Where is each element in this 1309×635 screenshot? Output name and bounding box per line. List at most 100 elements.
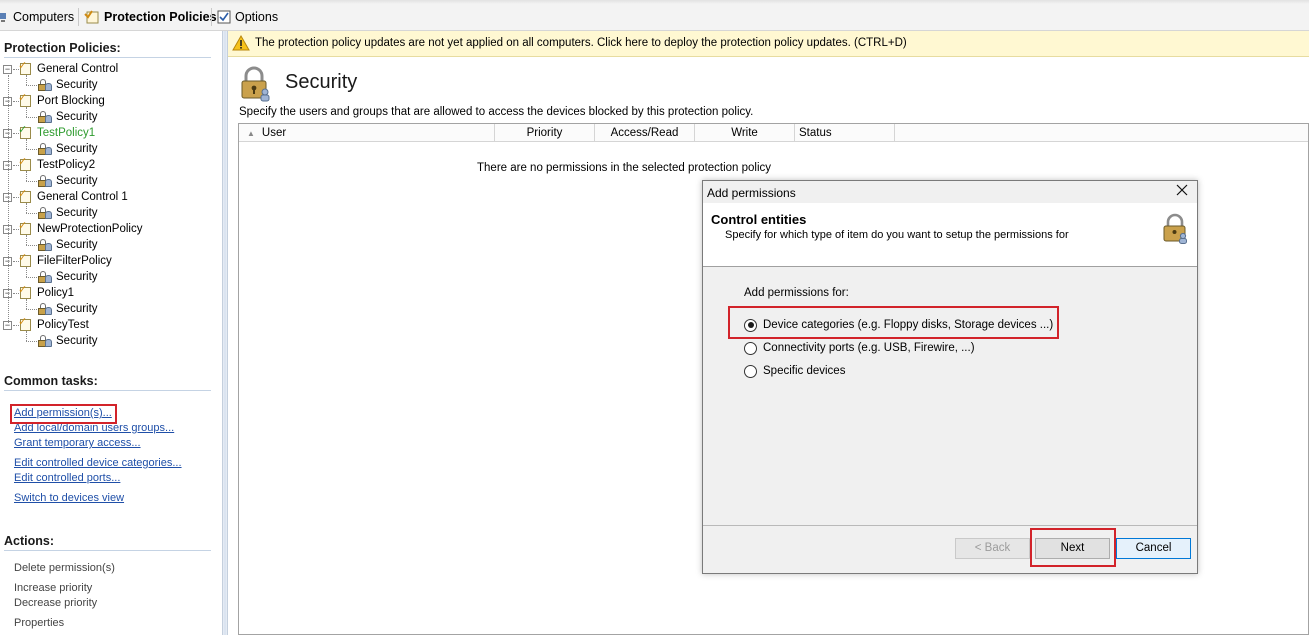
tree-connector: [26, 85, 37, 86]
security-lock-icon: [241, 66, 270, 102]
increase-priority-action[interactable]: Increase priority: [14, 582, 92, 594]
decrease-priority-action[interactable]: Decrease priority: [14, 597, 97, 609]
security-lock-icon: [37, 142, 52, 156]
tree-connector: [26, 203, 27, 213]
policy-icon: ✓: [18, 157, 34, 172]
security-tree-item[interactable]: Security: [37, 141, 98, 157]
security-label: Security: [56, 303, 98, 315]
security-label: Security: [56, 79, 98, 91]
security-lock-icon: [1163, 213, 1187, 244]
security-tree-item[interactable]: Security: [37, 237, 98, 253]
grant-temporary-access-link[interactable]: Grant temporary access...: [14, 437, 141, 449]
security-tree-item[interactable]: Security: [37, 269, 98, 285]
deploy-updates-infobar[interactable]: The protection policy updates are not ye…: [228, 31, 1309, 57]
security-label: Security: [56, 239, 98, 251]
tree-connector: [26, 277, 37, 278]
radio-connectivity-ports[interactable]: Connectivity ports (e.g. USB, Firewire, …: [744, 340, 975, 356]
tree-connector: [26, 139, 27, 149]
dialog-footer-divider: [703, 525, 1197, 526]
security-lock-icon: [37, 78, 52, 92]
tree-connector: [8, 75, 9, 323]
radio-device-categories[interactable]: Device categories (e.g. Floppy disks, St…: [744, 317, 1053, 333]
tree-connector: [26, 107, 27, 117]
computers-tab[interactable]: Computers: [0, 8, 74, 26]
options-tab-label: Options: [235, 10, 279, 24]
security-tree-item[interactable]: Security: [37, 77, 98, 93]
column-user[interactable]: ▲ User: [239, 124, 495, 142]
column-status[interactable]: Status: [795, 124, 895, 142]
policy-icon: ✓: [18, 221, 34, 236]
tree-connector: [26, 267, 27, 277]
add-user-groups-link[interactable]: Add local/domain users groups...: [14, 422, 174, 434]
warning-icon: [232, 35, 250, 51]
next-button[interactable]: Next: [1035, 538, 1110, 559]
empty-grid-message: There are no permissions in the selected…: [477, 162, 772, 174]
checkbox-icon: [217, 10, 231, 24]
add-permissions-dialog: Add permissions Control entities Specify…: [702, 180, 1198, 574]
policy-tree-item[interactable]: ✓ Port Blocking: [18, 93, 105, 109]
edit-controlled-ports-link[interactable]: Edit controlled ports...: [14, 472, 120, 484]
protection-policies-tab[interactable]: Protection Policies: [84, 8, 217, 26]
policy-name: Policy1: [37, 287, 75, 299]
tree-connector: [26, 171, 27, 181]
column-priority-label: Priority: [526, 127, 563, 139]
policy-name: Port Blocking: [37, 95, 105, 107]
policy-icon: ✓: [18, 285, 34, 300]
collapse-toggle-icon[interactable]: −: [3, 65, 12, 74]
grid-header: ▲ User Priority Access/Read Write Status: [239, 124, 1308, 142]
security-tree-item[interactable]: Security: [37, 333, 98, 349]
section-divider: [4, 390, 211, 391]
security-tree-item[interactable]: Security: [37, 205, 98, 221]
policy-icon: ✓: [18, 253, 34, 268]
security-tree-item[interactable]: Security: [37, 301, 98, 317]
cancel-button[interactable]: Cancel: [1116, 538, 1191, 559]
radio-button[interactable]: [744, 364, 757, 378]
security-tree-item[interactable]: Security: [37, 173, 98, 189]
add-permissions-link[interactable]: Add permission(s)...: [14, 407, 112, 419]
security-lock-icon: [37, 270, 52, 284]
policy-name: TestPolicy2: [37, 159, 96, 171]
dialog-title: Add permissions: [707, 186, 796, 200]
column-write-label: Write: [731, 127, 758, 139]
policy-tree-item[interactable]: ✓ General Control 1: [18, 189, 128, 205]
policy-tree-item[interactable]: ✓ NewProtectionPolicy: [18, 221, 142, 237]
edit-device-categories-link[interactable]: Edit controlled device categories...: [14, 457, 182, 469]
back-button[interactable]: < Back: [955, 538, 1030, 559]
options-tab[interactable]: Options: [217, 8, 278, 26]
policy-name: General Control: [37, 63, 119, 75]
panel-splitter[interactable]: [222, 31, 228, 635]
policy-name: NewProtectionPolicy: [37, 223, 143, 235]
column-priority[interactable]: Priority: [495, 124, 595, 142]
policy-tree-item[interactable]: ✓ PolicyTest: [18, 317, 89, 333]
column-access-read[interactable]: Access/Read: [595, 124, 695, 142]
delete-permissions-action[interactable]: Delete permission(s): [14, 562, 115, 574]
switch-to-devices-view-link[interactable]: Switch to devices view: [14, 492, 124, 504]
radio-button[interactable]: [744, 318, 757, 332]
column-write[interactable]: Write: [695, 124, 795, 142]
dialog-header-title: Control entities: [711, 212, 807, 227]
security-lock-icon: [37, 334, 52, 348]
policy-tree-item[interactable]: ✓ TestPolicy1: [18, 125, 95, 141]
radio-specific-devices[interactable]: Specific devices: [744, 363, 845, 379]
tree-connector: [26, 181, 37, 182]
policy-name: PolicyTest: [37, 319, 89, 331]
common-tasks-title: Common tasks:: [4, 374, 98, 388]
policy-icon: ✓: [18, 93, 34, 108]
radio-button[interactable]: [744, 341, 757, 355]
properties-action[interactable]: Properties: [14, 617, 64, 629]
infobar-text[interactable]: The protection policy updates are not ye…: [255, 37, 907, 49]
security-tree-item[interactable]: Security: [37, 109, 98, 125]
radio-connectivity-ports-label: Connectivity ports (e.g. USB, Firewire, …: [763, 342, 975, 354]
policy-tree-item[interactable]: ✓ TestPolicy2: [18, 157, 95, 173]
close-icon[interactable]: [1173, 183, 1191, 201]
dialog-header: Control entities Specify for which type …: [703, 203, 1197, 267]
policy-tree-item[interactable]: ✓ General Control: [18, 61, 118, 77]
actions-title: Actions:: [4, 534, 54, 548]
protection-policies-tab-label: Protection Policies: [104, 10, 217, 24]
security-lock-icon: [37, 110, 52, 124]
tree-connector: [26, 149, 37, 150]
policy-tree-item[interactable]: ✓ FileFilterPolicy: [18, 253, 112, 269]
computers-tab-label: Computers: [13, 10, 75, 24]
section-divider: [4, 57, 211, 58]
radio-specific-devices-label: Specific devices: [763, 365, 846, 377]
